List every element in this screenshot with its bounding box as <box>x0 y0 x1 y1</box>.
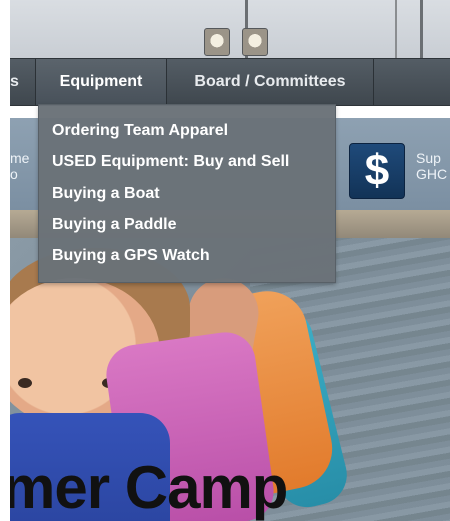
band-left-line: o <box>10 166 18 182</box>
boat-mast <box>420 0 423 58</box>
menu-item-buying-a-gps-watch[interactable]: Buying a GPS Watch <box>52 247 210 265</box>
band-right-line: GHC <box>416 166 448 182</box>
boat-light <box>242 28 268 56</box>
nav-divider <box>373 59 374 105</box>
menu-item-ordering-team-apparel[interactable]: Ordering Team Apparel <box>52 122 228 140</box>
menu-item-used-equipment[interactable]: USED Equipment: Buy and Sell <box>52 153 289 171</box>
page-frame: s Equipment Board / Committees me o $ Su… <box>10 0 450 521</box>
nav-item-partial[interactable]: s <box>10 59 36 105</box>
menu-item-buying-a-boat[interactable]: Buying a Boat <box>52 185 160 203</box>
dollar-icon[interactable]: $ <box>349 143 405 199</box>
equipment-dropdown-menu: Ordering Team Apparel USED Equipment: Bu… <box>38 104 336 283</box>
band-right-text[interactable]: Sup GHC <box>416 150 447 182</box>
hero-title: mer Camp <box>10 454 288 521</box>
boat-mast <box>395 0 397 58</box>
band-right-line: Sup <box>416 150 441 166</box>
top-photo <box>10 0 450 58</box>
main-nav: s Equipment Board / Committees <box>10 58 450 106</box>
nav-item-board-committees[interactable]: Board / Committees <box>167 59 373 105</box>
band-left-text[interactable]: me o <box>10 150 29 182</box>
boat-light <box>204 28 230 56</box>
eye <box>18 378 32 388</box>
nav-item-equipment[interactable]: Equipment <box>36 59 166 105</box>
band-left-line: me <box>10 150 30 166</box>
menu-item-buying-a-paddle[interactable]: Buying a Paddle <box>52 216 176 234</box>
